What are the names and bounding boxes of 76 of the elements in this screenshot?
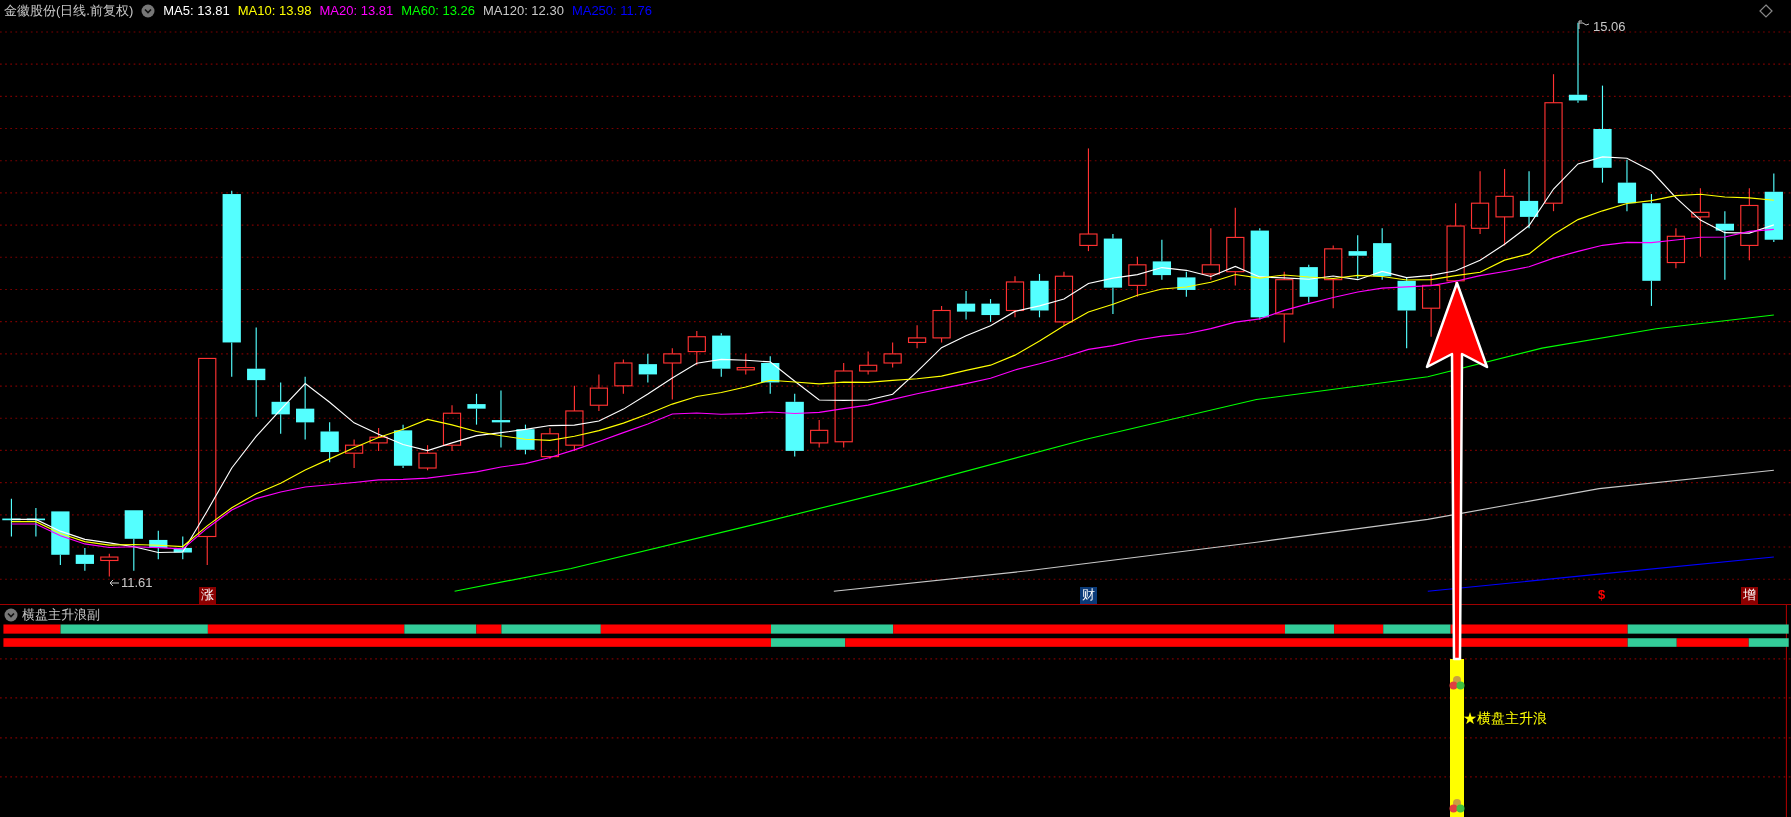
candlestick <box>124 509 143 572</box>
candlestick <box>1030 273 1049 318</box>
moving-average-value: MA20: 13.81 <box>319 3 394 19</box>
candlestick <box>981 298 1000 323</box>
price-label: 11.61 <box>121 575 153 590</box>
candlestick <box>1373 227 1392 281</box>
diamond-icon[interactable] <box>1759 4 1773 18</box>
candlestick <box>173 535 192 560</box>
candlestick <box>1005 275 1025 318</box>
candlestick <box>540 427 560 460</box>
candlestick <box>320 421 339 463</box>
candlestick <box>785 393 804 458</box>
price-pointer-icon <box>1578 20 1590 30</box>
candlestick <box>1715 210 1734 281</box>
candlestick <box>1177 271 1196 298</box>
candlestick <box>883 341 902 369</box>
candlestick <box>75 547 94 572</box>
candlestick <box>1519 170 1539 229</box>
candlestick <box>491 389 511 449</box>
candlestick <box>1054 271 1074 326</box>
chevron-down-icon[interactable] <box>4 608 18 622</box>
event-marker[interactable]: 财 <box>1080 587 1097 604</box>
candlestick <box>956 290 976 321</box>
moving-average-value: MA60: 13.26 <box>401 3 475 19</box>
chart-title: 金徽股份(日线.前复权) <box>4 3 134 19</box>
candlestick <box>1152 239 1171 281</box>
candlestick <box>736 353 755 375</box>
candlestick <box>442 404 462 452</box>
candlestick <box>614 359 633 395</box>
candlestick <box>907 324 927 349</box>
candlestick <box>369 427 388 452</box>
candlestick <box>712 332 731 378</box>
candlestick <box>1691 187 1710 258</box>
candlestick <box>589 373 609 412</box>
candlestick <box>761 355 780 395</box>
moving-average-value: MA120: 12.30 <box>482 3 564 19</box>
candlestick <box>1422 273 1441 338</box>
chevron-down-icon[interactable] <box>141 4 156 18</box>
candlestick <box>663 347 682 401</box>
candlestick <box>1666 227 1686 269</box>
ball-cluster-icon <box>1449 675 1465 690</box>
ball-cluster-icon <box>1449 798 1465 813</box>
candlestick <box>859 351 878 375</box>
moving-average-value: MA10: 13.98 <box>237 3 312 19</box>
candlestick <box>1299 264 1318 304</box>
candlestick <box>516 424 535 455</box>
event-marker[interactable]: $ <box>1593 587 1610 604</box>
candlestick <box>344 438 364 469</box>
candlestick <box>1128 256 1147 298</box>
candlestick <box>149 530 168 560</box>
candlestick <box>1617 159 1637 212</box>
candlestick <box>467 393 486 426</box>
candlestick <box>932 305 951 343</box>
candlestick <box>1324 244 1343 309</box>
candlestick <box>100 553 119 578</box>
candlestick <box>565 385 584 452</box>
candlestick <box>1348 234 1367 280</box>
candlestick <box>296 376 315 441</box>
indicator-title: 横盘主升浪副 <box>22 607 100 623</box>
candlestick <box>1275 271 1294 343</box>
candlestick <box>687 330 706 366</box>
moving-average-value: MA5: 13.81 <box>163 3 230 19</box>
candlestick <box>271 381 290 435</box>
moving-average-value: MA250: 11.76 <box>571 3 652 19</box>
event-marker[interactable]: 涨 <box>199 587 216 604</box>
event-marker[interactable]: 增 <box>1741 587 1758 604</box>
price-pointer-icon <box>108 578 120 588</box>
candlestick <box>1201 227 1220 281</box>
price-label: 15.06 <box>1593 19 1626 34</box>
candlestick <box>418 444 437 471</box>
candlestick <box>638 353 657 383</box>
candlestick <box>1764 172 1783 243</box>
signal-label: ★横盘主升浪 <box>1463 709 1547 727</box>
candlestick <box>1470 170 1490 235</box>
candlestick <box>810 419 829 449</box>
candlestick <box>393 424 413 469</box>
